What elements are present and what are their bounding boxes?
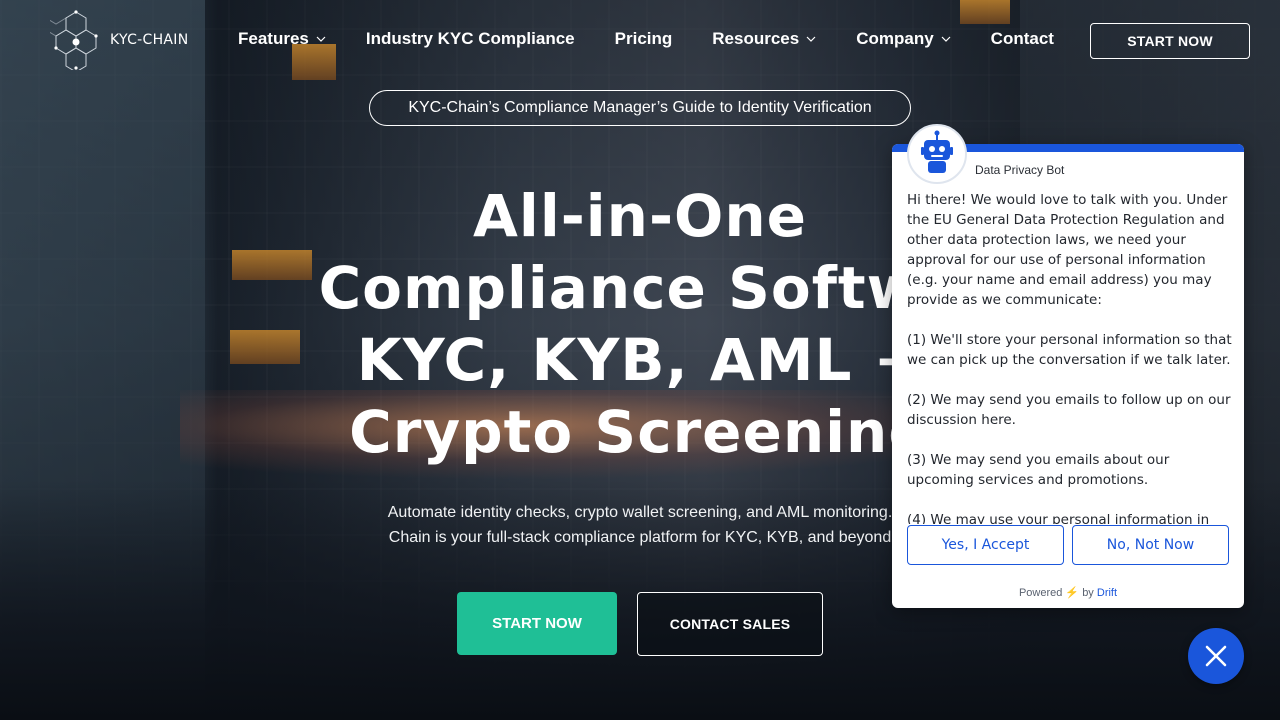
robot-icon <box>910 127 964 181</box>
bot-name: Data Privacy Bot <box>975 163 1065 177</box>
nav-item-label: Industry KYC Compliance <box>365 29 575 48</box>
chat-paragraph: (4) We may use your personal information… <box>907 512 1210 524</box>
nav-item-label: Contact <box>990 29 1054 48</box>
chat-message: Hi there! We would love to talk with you… <box>907 190 1233 524</box>
nav-item-company[interactable]: Company <box>856 29 951 49</box>
powered-prefix: Powered <box>1018 587 1063 599</box>
nav-item-label: Resources <box>712 29 800 48</box>
nav-item-pricing[interactable]: Pricing <box>615 29 673 49</box>
chat-paragraph: Hi there! We would love to talk with you… <box>907 192 1228 308</box>
lightning-bolt-icon: ⚡ <box>1065 587 1080 599</box>
nav-item-features[interactable]: Features <box>238 29 326 49</box>
decline-button[interactable]: No, Not Now <box>1072 525 1229 565</box>
hexagon-network-icon <box>50 10 98 70</box>
powered-by-drift[interactable]: Powered ⚡ by Drift <box>892 586 1244 599</box>
chat-paragraph: (1) We'll store your personal informatio… <box>907 332 1232 368</box>
nav-item-industry-kyc-compliance[interactable]: Industry KYC Compliance <box>366 29 575 49</box>
announcement-link[interactable]: KYC-Chain’s Compliance Manager’s Guide t… <box>369 90 911 126</box>
chat-paragraph: (3) We may send you emails about our upc… <box>907 452 1170 488</box>
hero-subtitle-line: Automate identity checks, crypto wallet … <box>387 504 893 521</box>
nav-item-contact[interactable]: Contact <box>991 29 1054 49</box>
start-now-button[interactable]: START NOW <box>457 592 617 655</box>
nav-item-resources[interactable]: Resources <box>712 29 816 49</box>
powered-by: by <box>1082 587 1094 599</box>
chevron-down-icon <box>941 36 951 42</box>
chat-actions: Yes, I Accept No, Not Now <box>907 525 1229 565</box>
bot-avatar <box>907 124 967 184</box>
close-icon <box>1205 645 1227 667</box>
nav-item-label: Company <box>856 29 934 48</box>
nav-item-label: Features <box>238 29 309 48</box>
main-nav: Features Industry KYC Compliance Pricing… <box>238 29 1054 49</box>
drift-link: Drift <box>1096 587 1118 599</box>
hero-subtitle: Automate identity checks, crypto wallet … <box>300 500 980 550</box>
brand-name: KYC-CHAIN <box>110 32 189 48</box>
site-header: KYC-CHAIN Features Industry KYC Complian… <box>0 0 1280 80</box>
chevron-down-icon <box>806 36 816 42</box>
chat-close-button[interactable] <box>1188 628 1244 684</box>
nav-item-label: Pricing <box>614 29 673 48</box>
header-start-now-button[interactable]: START NOW <box>1090 23 1250 59</box>
hero-subtitle-line: Chain is your full-stack compliance plat… <box>388 529 892 546</box>
chat-widget: Data Privacy Bot Hi there! We would love… <box>892 124 1244 608</box>
chat-paragraph: (2) We may send you emails to follow up … <box>907 392 1231 428</box>
contact-sales-button[interactable]: CONTACT SALES <box>637 592 823 656</box>
announcement-text: KYC-Chain’s Compliance Manager’s Guide t… <box>408 99 872 116</box>
accept-button[interactable]: Yes, I Accept <box>907 525 1064 565</box>
brand-logo[interactable]: KYC-CHAIN <box>50 10 188 70</box>
chevron-down-icon <box>316 36 326 42</box>
